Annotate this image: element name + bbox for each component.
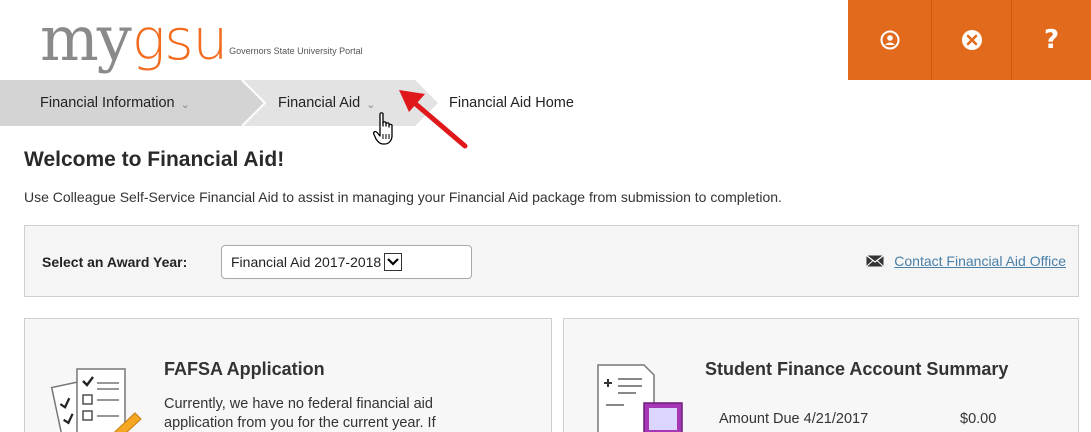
- award-year-panel: Select an Award Year: Financial Aid 2017…: [24, 225, 1079, 297]
- award-year-select[interactable]: Financial Aid 2017-2018: [221, 245, 472, 279]
- envelope-icon: [866, 255, 885, 267]
- mygsu-logo[interactable]: my gsu Governors State University Portal: [40, 4, 363, 70]
- amount-due-label: Amount Due 4/21/2017: [719, 411, 869, 427]
- logo-my-text: my: [40, 2, 132, 75]
- checklist-document-icon: [50, 368, 142, 432]
- logo-tagline: Governors State University Portal: [229, 46, 363, 56]
- portal-header: my gsu Governors State University Portal…: [0, 0, 1091, 80]
- breadcrumb-financial-aid[interactable]: Financial Aid ⌄: [278, 80, 375, 126]
- chevron-down-icon: ⌄: [180, 98, 190, 111]
- fafsa-card-title: FAFSA Application: [164, 359, 325, 379]
- student-finance-card: Student Finance Account Summary Amount D…: [563, 318, 1079, 432]
- close-circle-icon: [961, 30, 982, 50]
- red-arrow-annotation: [399, 90, 468, 149]
- invoice-document-icon: [597, 364, 683, 432]
- fafsa-card-text-line1: Currently, we have no federal financial …: [164, 396, 433, 412]
- breadcrumb-label: Financial Information: [40, 95, 175, 111]
- breadcrumb: Financial Information ⌄ Financial Aid ⌄ …: [0, 80, 1091, 126]
- award-year-selected-value: Financial Aid 2017-2018: [231, 254, 382, 270]
- contact-financial-aid[interactable]: Contact Financial Aid Office: [866, 253, 1066, 269]
- breadcrumb-label: Financial Aid: [278, 95, 361, 111]
- header-button-group: ?: [848, 0, 1091, 80]
- fafsa-card-text-line2: application from you for the current yea…: [164, 415, 436, 431]
- fafsa-card: FAFSA Application Currently, we have no …: [24, 318, 552, 432]
- page-title: Welcome to Financial Aid!: [24, 148, 285, 171]
- user-icon: [880, 30, 899, 50]
- logo-gsu-text: gsu: [131, 8, 228, 73]
- dropdown-arrow-icon[interactable]: [384, 253, 403, 271]
- chevron-down-icon: ⌄: [366, 98, 376, 111]
- breadcrumb-financial-information[interactable]: Financial Information ⌄: [40, 80, 190, 126]
- help-button[interactable]: ?: [1011, 0, 1091, 80]
- account-button[interactable]: [848, 0, 931, 80]
- help-icon: ?: [1043, 25, 1060, 55]
- student-finance-card-title: Student Finance Account Summary: [705, 359, 1009, 379]
- amount-due-value: $0.00: [960, 411, 997, 427]
- intro-text: Use Colleague Self-Service Financial Aid…: [24, 189, 782, 205]
- sign-out-button[interactable]: [931, 0, 1011, 80]
- award-year-label: Select an Award Year:: [42, 254, 188, 270]
- contact-financial-aid-link[interactable]: Contact Financial Aid Office: [894, 253, 1066, 269]
